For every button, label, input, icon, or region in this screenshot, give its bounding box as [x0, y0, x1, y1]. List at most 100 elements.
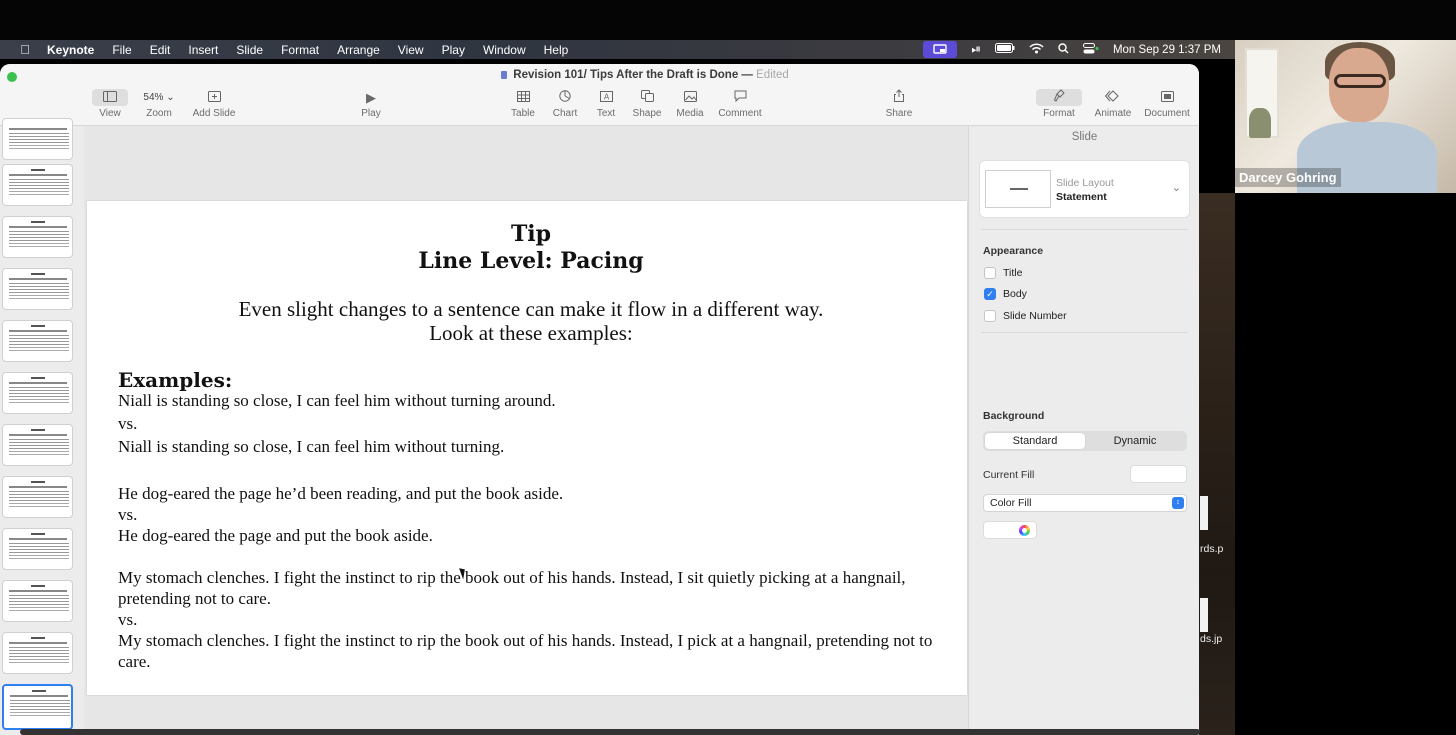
slide-canvas[interactable]: Tip Line Level: Pacing Even slight chang…: [84, 126, 968, 735]
participant-video-tile[interactable]: Darcey Gohring: [1235, 40, 1456, 193]
text-button[interactable]: A Text: [592, 89, 620, 119]
share-button[interactable]: Share: [884, 89, 914, 119]
standard-option[interactable]: Standard: [985, 433, 1085, 449]
shape-icon: [630, 89, 664, 106]
layout-thumbnail: [985, 170, 1051, 208]
desktop-file-label[interactable]: rds.p: [1200, 543, 1223, 555]
animate-diamond-icon: [1092, 89, 1134, 106]
menu-file[interactable]: File: [112, 43, 131, 57]
slide-thumbnail[interactable]: [2, 216, 73, 258]
participant-name: Darcey Gohring: [1235, 168, 1341, 187]
body-line[interactable]: My stomach clenches. I fight the instinc…: [118, 630, 948, 672]
svg-text:A: A: [603, 93, 609, 102]
background-segmented-control: Standard Dynamic: [983, 431, 1187, 451]
control-center-icon[interactable]: [1082, 42, 1099, 57]
slide-thumbnail[interactable]: [2, 424, 73, 466]
slide-intro[interactable]: Even slight changes to a sentence can ma…: [87, 297, 975, 345]
body-line[interactable]: vs.: [118, 504, 137, 525]
menu-slide[interactable]: Slide: [236, 43, 263, 57]
color-well[interactable]: [983, 521, 1037, 539]
participant-glasses: [1334, 74, 1386, 88]
slide-thumbnail[interactable]: [2, 476, 73, 518]
body-checkbox[interactable]: ✓ Body: [984, 288, 1027, 300]
slide-thumbnail[interactable]: [2, 164, 73, 206]
body-line[interactable]: My stomach clenches. I fight the instinc…: [118, 567, 948, 609]
slide-thumbnail[interactable]: [2, 580, 73, 622]
menu-format[interactable]: Format: [281, 43, 319, 57]
inspector-tab-slide[interactable]: Slide: [969, 131, 1199, 143]
chart-button[interactable]: Chart: [549, 89, 581, 119]
stepper-arrows-icon: ↕: [1172, 497, 1184, 509]
body-line[interactable]: vs.: [118, 609, 137, 630]
current-slide[interactable]: Tip Line Level: Pacing Even slight chang…: [87, 201, 967, 695]
divider: [981, 332, 1188, 333]
menu-clock[interactable]: Mon Sep 29 1:37 PM: [1113, 44, 1221, 56]
body-line[interactable]: He dog-eared the page and put the book a…: [118, 525, 433, 546]
document-icon: [501, 70, 508, 79]
spotlight-search-icon[interactable]: [1058, 42, 1069, 57]
slide-title[interactable]: Tip Line Level: Pacing: [87, 221, 975, 275]
document-title: Revision 101/ Tips After the Draft is Do…: [0, 69, 1199, 81]
body-line[interactable]: He dog-eared the page he’d been reading,…: [118, 483, 563, 504]
bottom-scrollbar[interactable]: [20, 729, 1200, 735]
menu-insert[interactable]: Insert: [188, 43, 218, 57]
slide-thumbnail[interactable]: [2, 320, 73, 362]
layout-value: Statement: [1056, 191, 1107, 203]
battery-icon[interactable]: [994, 43, 1015, 56]
format-button[interactable]: Format: [1036, 89, 1082, 119]
desktop-file-label[interactable]: ds.jp: [1200, 633, 1222, 645]
slide-thumbnail[interactable]: [2, 528, 73, 570]
menu-edit[interactable]: Edit: [150, 43, 171, 57]
menu-arrange[interactable]: Arrange: [337, 43, 380, 57]
menu-play[interactable]: Play: [442, 43, 465, 57]
animate-button[interactable]: Animate: [1092, 89, 1134, 119]
menu-view[interactable]: View: [398, 43, 424, 57]
shape-button[interactable]: Shape: [630, 89, 664, 119]
play-icon: ▶: [366, 90, 376, 105]
body-line[interactable]: Niall is standing so close, I can feel h…: [118, 390, 556, 411]
slide-thumbnail-selected[interactable]: [2, 684, 73, 730]
play-button[interactable]: ▶ Play: [356, 89, 386, 119]
title-checkbox[interactable]: Title: [984, 267, 1022, 279]
zoom-button[interactable]: 54% ⌄ Zoom: [136, 89, 182, 119]
slide-thumbnail[interactable]: [2, 632, 73, 674]
desktop-background: [1199, 193, 1235, 735]
slide-thumbnail[interactable]: [2, 118, 73, 160]
body-line[interactable]: vs.: [118, 413, 137, 434]
document-button[interactable]: Document: [1142, 89, 1192, 119]
apple-menu-icon[interactable]: : [17, 42, 33, 57]
menu-bar:  Keynote File Edit Insert Slide Format …: [0, 40, 1235, 59]
media-button[interactable]: Media: [674, 89, 706, 119]
wifi-icon[interactable]: [1029, 42, 1044, 57]
table-button[interactable]: Table: [508, 89, 538, 119]
comment-button[interactable]: Comment: [716, 89, 764, 119]
menu-help[interactable]: Help: [544, 43, 569, 57]
examples-heading[interactable]: Examples:: [118, 368, 232, 392]
toolbar: Revision 101/ Tips After the Draft is Do…: [0, 64, 1199, 126]
chart-icon: [549, 89, 581, 106]
slide-thumbnail[interactable]: [2, 372, 73, 414]
slide-thumbnail[interactable]: [2, 268, 73, 310]
add-slide-button[interactable]: Add Slide: [190, 89, 238, 119]
slide-number-checkbox[interactable]: Slide Number: [984, 310, 1067, 322]
menu-extras: ⏯ Mon Sep 29 1:37 PM: [923, 40, 1221, 59]
menu-app-keynote[interactable]: Keynote: [47, 43, 94, 57]
menu-window[interactable]: Window: [483, 43, 526, 57]
screen-share-icon[interactable]: [923, 41, 958, 58]
slide-layout-picker[interactable]: Slide Layout Statement ⌄: [979, 160, 1190, 218]
dynamic-option[interactable]: Dynamic: [1085, 433, 1185, 449]
media-icon: [674, 89, 706, 106]
current-fill-label: Current Fill: [983, 469, 1035, 481]
chevron-down-icon: ⌄: [166, 92, 175, 103]
play-status-icon[interactable]: ⏯: [971, 42, 981, 57]
background-heading: Background: [983, 410, 1045, 422]
desktop-file-icon[interactable]: [1200, 496, 1208, 530]
keynote-window: Revision 101/ Tips After the Draft is Do…: [0, 64, 1199, 735]
divider: [981, 229, 1188, 230]
view-button[interactable]: View: [92, 89, 128, 119]
fill-type-select[interactable]: Color Fill ↕: [983, 494, 1187, 512]
current-fill-swatch[interactable]: [1130, 465, 1187, 483]
desktop-file-icon[interactable]: [1200, 598, 1208, 632]
color-wheel-icon[interactable]: [1019, 525, 1030, 536]
body-line[interactable]: Niall is standing so close, I can feel h…: [118, 436, 504, 457]
